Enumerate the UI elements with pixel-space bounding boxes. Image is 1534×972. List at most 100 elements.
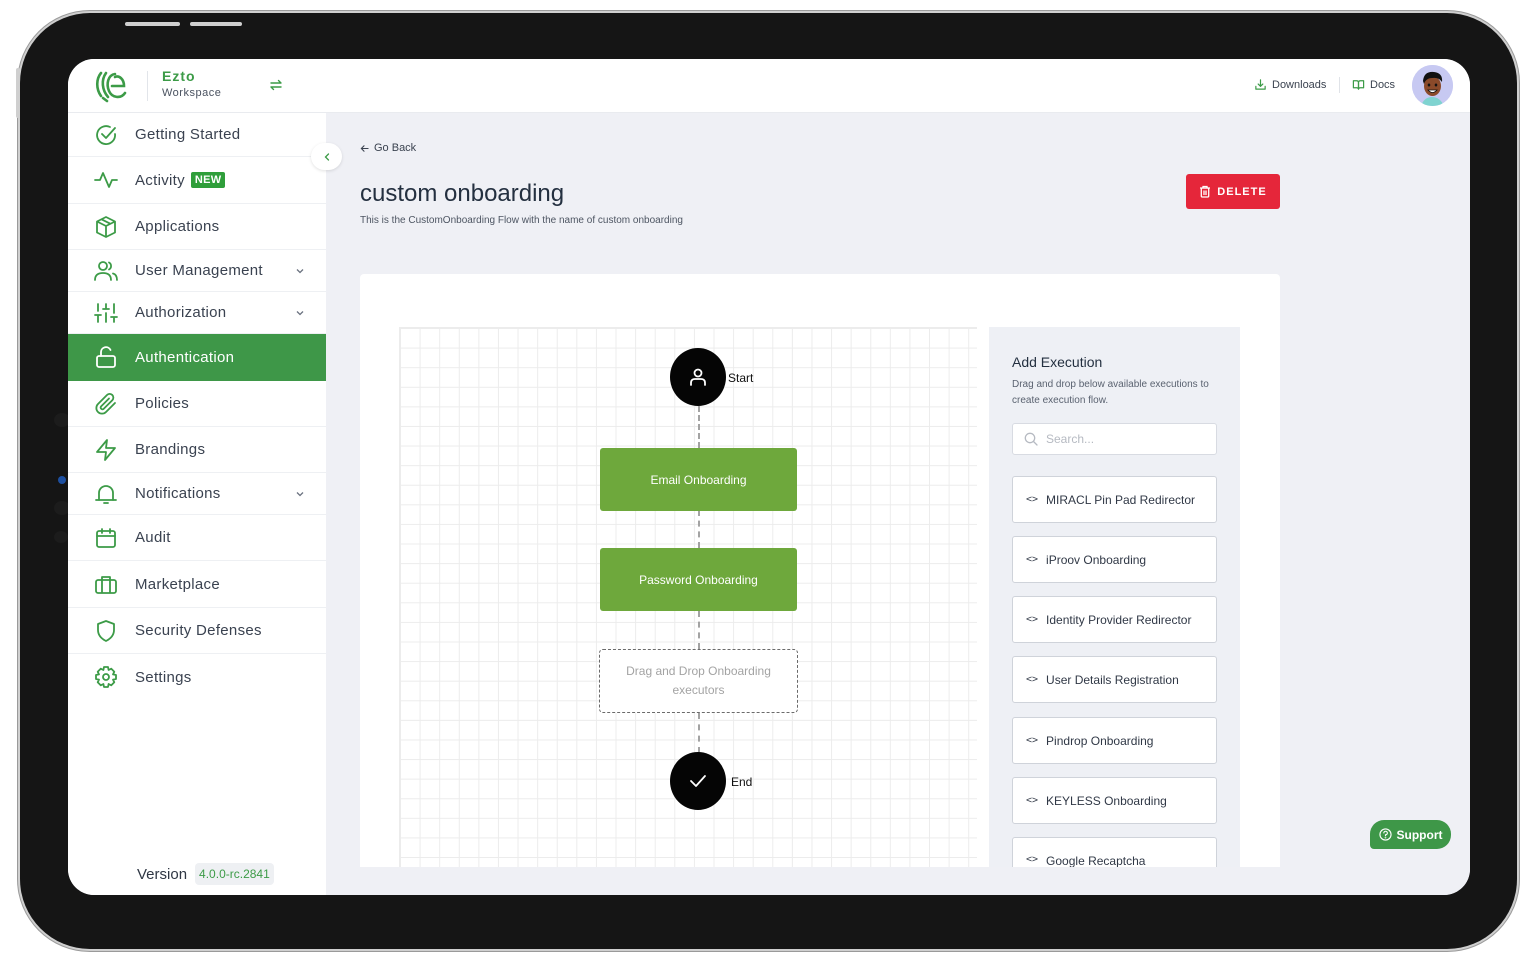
flow-canvas[interactable]: Start Email Onboarding Password Onboardi… <box>399 327 977 887</box>
check-circle-icon <box>94 123 118 147</box>
sidebar-item-label: Activity <box>135 171 185 189</box>
book-icon <box>1352 80 1365 90</box>
execution-item[interactable]: <> KEYLESS Onboarding <box>1012 777 1217 824</box>
page-title: custom onboarding <box>360 180 565 207</box>
docs-label: Docs <box>1370 78 1396 91</box>
workspace-name: Ezto <box>162 68 196 84</box>
collapse-sidebar-button[interactable] <box>311 143 342 170</box>
app-screen: Ezto Workspace Downloads Docs Getting St… <box>68 59 1470 895</box>
sidebar-item-label: Getting Started <box>135 126 241 143</box>
code-icon: <> <box>1026 494 1039 505</box>
version-label: Version <box>137 865 188 883</box>
panel-title: Add Execution <box>1012 354 1103 370</box>
sidebar-item-label: User Management <box>135 262 263 279</box>
device-button <box>125 22 180 26</box>
chevron-down-icon <box>296 310 304 315</box>
downloads-link[interactable]: Downloads <box>1254 78 1326 91</box>
execution-item[interactable]: <> MIRACL Pin Pad Redirector <box>1012 476 1217 523</box>
sidebar-item-brandings[interactable]: Brandings <box>68 427 326 473</box>
sidebar-item-notifications[interactable]: Notifications <box>68 473 326 515</box>
go-back-label: Go Back <box>374 142 417 154</box>
code-icon: <> <box>1026 735 1039 746</box>
gear-icon <box>94 665 118 689</box>
flow-connector <box>698 611 700 649</box>
sidebar-item-policies[interactable]: Policies <box>68 381 326 427</box>
sidebar-item-activity[interactable]: Activity NEW <box>68 157 326 204</box>
end-label: End <box>731 775 753 789</box>
execution-item[interactable]: <> User Details Registration <box>1012 656 1217 703</box>
chevron-down-icon <box>296 268 304 273</box>
help-circle-icon <box>1378 828 1392 841</box>
brand-divider <box>147 71 148 101</box>
sidebar-item-label: Marketplace <box>135 575 221 593</box>
downloads-label: Downloads <box>1272 78 1327 91</box>
sidebar-item-label: Authorization <box>135 304 227 321</box>
new-badge: NEW <box>190 171 226 188</box>
sidebar-item-audit[interactable]: Audit <box>68 515 326 561</box>
device-button <box>190 22 242 26</box>
execution-item-content: <> Google Recaptcha <box>1026 854 1145 868</box>
add-execution-panel: Add Execution Drag and drop below availa… <box>989 327 1240 895</box>
go-back-link[interactable]: Go Back <box>360 142 416 154</box>
start-node <box>670 348 726 406</box>
switch-workspace-icon[interactable] <box>268 77 284 93</box>
execution-label: KEYLESS Onboarding <box>1046 793 1167 808</box>
support-label: Support <box>1396 827 1443 842</box>
unlock-icon <box>94 345 118 369</box>
sidebar-item-label: Policies <box>135 395 190 412</box>
drop-zone[interactable]: Drag and Drop Onboarding executors <box>599 649 798 713</box>
code-icon: <> <box>1026 674 1039 685</box>
briefcase-icon <box>94 572 118 596</box>
flow-step-email-onboarding[interactable]: Email Onboarding <box>600 448 797 511</box>
camera-sensor <box>54 531 68 543</box>
search-input[interactable] <box>1046 432 1206 446</box>
sidebar-item-authentication[interactable]: Authentication <box>68 334 326 381</box>
version-info: Version 4.0.0-rc.2841 <box>137 863 274 885</box>
flow-connector <box>698 510 700 548</box>
code-icon: <> <box>1026 554 1039 565</box>
docs-link[interactable]: Docs <box>1352 78 1395 91</box>
activity-icon <box>94 168 118 192</box>
sidebar-item-security-defenses[interactable]: Security Defenses <box>68 608 326 654</box>
sidebar-item-getting-started[interactable]: Getting Started <box>68 113 326 157</box>
chevron-down-icon <box>296 491 304 496</box>
sidebar-item-label: Settings <box>135 668 192 686</box>
execution-item[interactable]: <> Identity Provider Redirector <box>1012 596 1217 643</box>
flow-connector <box>698 406 700 448</box>
end-node <box>670 752 726 810</box>
sidebar-item-user-management[interactable]: User Management <box>68 250 326 292</box>
box-icon <box>94 215 118 239</box>
sidebar-item-applications[interactable]: Applications <box>68 204 326 250</box>
header-divider <box>1339 77 1340 93</box>
execution-label: Google Recaptcha <box>1046 854 1146 868</box>
arrow-left-icon <box>360 144 369 152</box>
sidebar-item-authorization[interactable]: Authorization <box>68 292 326 334</box>
device-button <box>16 68 20 118</box>
users-icon <box>94 259 118 283</box>
content-bottom-mask <box>326 867 1470 895</box>
ezto-logo-icon <box>95 71 127 103</box>
flow-step-password-onboarding[interactable]: Password Onboarding <box>600 548 797 611</box>
page-subtitle: This is the CustomOnboarding Flow with t… <box>360 215 683 226</box>
shield-icon <box>94 619 118 643</box>
paperclip-icon <box>94 392 118 416</box>
delete-button[interactable]: DELETE <box>1186 174 1280 209</box>
execution-search[interactable] <box>1012 423 1217 455</box>
sidebar-item-marketplace[interactable]: Marketplace <box>68 561 326 608</box>
execution-item[interactable]: <> iProov Onboarding <box>1012 536 1217 583</box>
execution-label: MIRACL Pin Pad Redirector <box>1046 492 1195 507</box>
top-bar: Ezto Workspace Downloads Docs <box>68 59 1470 113</box>
sidebar-item-label: Applications <box>135 218 220 235</box>
execution-label: iProov Onboarding <box>1046 552 1147 567</box>
support-button[interactable]: Support <box>1370 820 1451 849</box>
code-icon: <> <box>1026 795 1039 806</box>
panel-description: Drag and drop below available executions… <box>1012 379 1209 406</box>
trash-icon <box>1200 185 1211 198</box>
download-icon <box>1255 79 1266 90</box>
version-tag: 4.0.0-rc.2841 <box>195 863 274 885</box>
user-avatar[interactable] <box>1412 65 1453 106</box>
chevron-left-icon <box>324 152 329 161</box>
bell-icon <box>94 482 118 506</box>
execution-item[interactable]: <> Pindrop Onboarding <box>1012 717 1217 764</box>
sidebar-item-settings[interactable]: Settings <box>68 654 326 700</box>
